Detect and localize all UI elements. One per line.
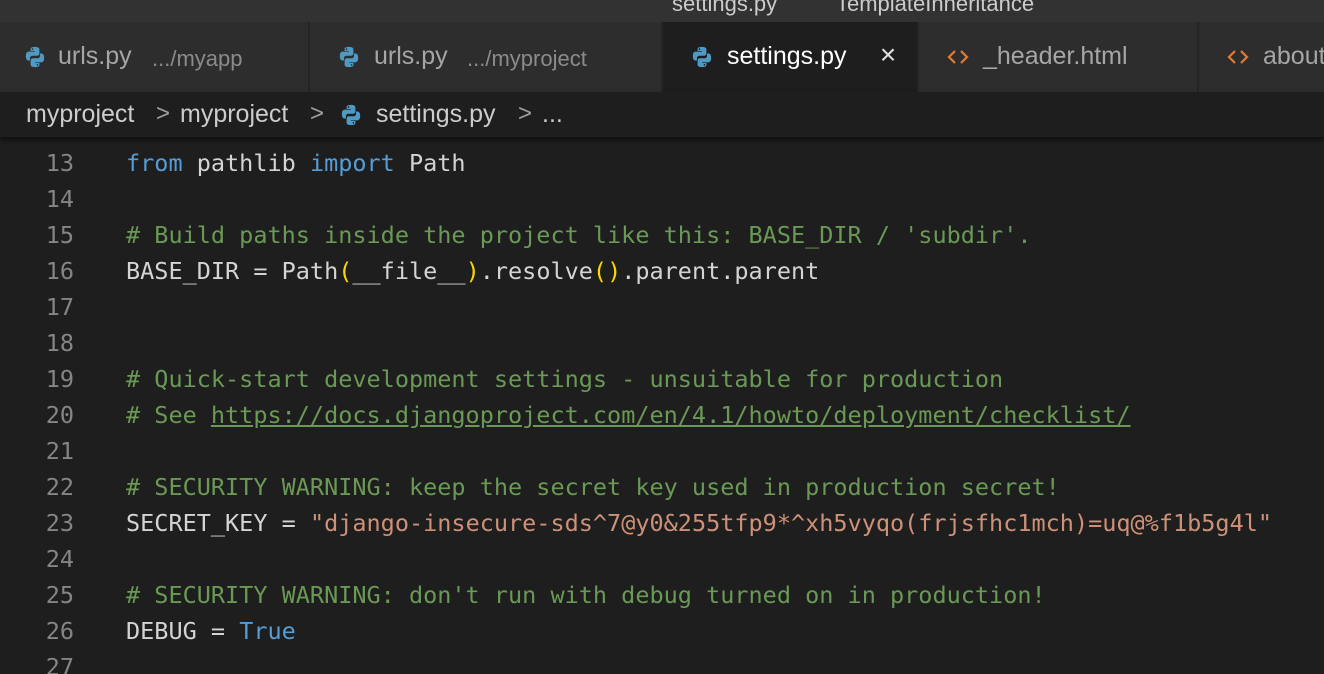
python-icon [24, 46, 46, 68]
code-line[interactable]: 21 [0, 437, 1324, 473]
code-token: SECRET_KEY = [126, 509, 310, 537]
line-number: 13 [45, 149, 74, 177]
tab-settings-py[interactable]: settings.py × [663, 22, 918, 92]
code-line[interactable]: 25 # SECURITY WARNING: don't run with deb… [0, 581, 1324, 617]
tab-label: _header.html [983, 42, 1128, 70]
code-token: .resolve [479, 257, 593, 285]
code-token: # SECURITY WARNING: don't run with debug… [126, 581, 1046, 609]
line-number: 16 [45, 257, 74, 285]
code-token: Path [394, 149, 466, 177]
line-number: 24 [45, 545, 74, 573]
code-link[interactable]: https://docs.djangoproject.com/en/4.1/ho… [211, 401, 1131, 429]
editor-tab-bar: urls.py .../myapp urls.py .../myproject … [0, 22, 1324, 92]
code-line[interactable]: 19 # Quick-start development settings - u… [0, 365, 1324, 401]
tab-label: urls.py [374, 42, 448, 70]
code-line[interactable]: 18 [0, 329, 1324, 365]
line-number: 18 [45, 329, 74, 357]
code-token: __file__ [352, 257, 466, 285]
code-text[interactable]: # See https://docs.djangoproject.com/en/… [126, 401, 1131, 429]
line-number: 14 [45, 185, 74, 213]
code-token: import [309, 149, 395, 177]
tab-urls-myapp[interactable]: urls.py .../myapp [0, 22, 309, 92]
code-line[interactable]: 16 BASE_DIR = Path(__file__).resolve().pa… [0, 257, 1324, 293]
code-text[interactable]: from pathlib import Path [126, 149, 466, 177]
breadcrumb: myproject > myproject > settings.py > ..… [0, 92, 1324, 137]
code-text[interactable]: # SECURITY WARNING: don't run with debug… [126, 581, 1046, 609]
line-number: 21 [45, 437, 74, 465]
chevron-right-icon: > [518, 100, 533, 127]
code-line[interactable]: 12 [0, 137, 1324, 149]
code-token: "django-insecure-sds^7@y0&255tfp9*^xh5vy… [309, 509, 1273, 537]
code-token: from [126, 149, 183, 177]
code-line[interactable]: 20 # See https://docs.djangoproject.com/e… [0, 401, 1324, 437]
line-number: 23 [45, 509, 74, 537]
code-token: () [592, 257, 622, 285]
code-line[interactable]: 27 [0, 653, 1324, 674]
code-token: ( [338, 257, 353, 285]
chevron-right-icon: > [310, 100, 325, 127]
line-number: 15 [45, 221, 74, 249]
breadcrumb-item[interactable]: settings.py [376, 100, 496, 129]
window-title-project: TemplateInheritance [836, 0, 1035, 16]
tab-label: settings.py [727, 42, 847, 70]
chevron-right-icon: > [156, 100, 171, 127]
html-icon [947, 46, 969, 68]
line-number: 20 [45, 401, 74, 429]
python-icon [340, 104, 362, 126]
line-number: 22 [45, 473, 74, 501]
line-number: 27 [45, 653, 74, 674]
code-token: BASE_DIR = Path [126, 257, 339, 285]
breadcrumb-item[interactable]: myproject [26, 100, 134, 129]
tab-label: urls.py [58, 42, 132, 70]
code-editor[interactable]: 12 13 from pathlib import Path 14 15 # Build … [0, 137, 1324, 674]
code-line[interactable]: 14 [0, 185, 1324, 221]
code-token: # Build paths inside the project like th… [126, 221, 1032, 249]
code-line[interactable]: 24 [0, 545, 1324, 581]
window-title-bar: settings.py TemplateInheritance [0, 0, 1324, 22]
code-token: pathlib [182, 149, 310, 177]
tab-description: .../myproject [467, 46, 587, 71]
code-line[interactable]: 17 [0, 293, 1324, 329]
close-icon[interactable]: × [876, 41, 900, 69]
code-token: .parent.parent [621, 257, 820, 285]
code-token: # See [126, 401, 211, 429]
html-icon [1227, 46, 1249, 68]
line-number: 19 [45, 365, 74, 393]
tab-header-html[interactable]: _header.html [919, 22, 1198, 92]
code-line[interactable]: 23 SECRET_KEY = "django-insecure-sds^7@y0… [0, 509, 1324, 545]
code-token: True [239, 617, 296, 645]
code-token: DEBUG = [126, 617, 240, 645]
line-number: 25 [45, 581, 74, 609]
code-text[interactable]: # Build paths inside the project like th… [126, 221, 1031, 249]
python-icon [338, 46, 360, 68]
breadcrumb-item[interactable]: ... [542, 100, 563, 129]
code-line[interactable]: 22 # SECURITY WARNING: keep the secret ke… [0, 473, 1324, 509]
line-number: 17 [45, 293, 74, 321]
tab-label: about.html [1263, 42, 1324, 70]
code-line[interactable]: 15 # Build paths inside the project like … [0, 221, 1324, 257]
code-text[interactable]: # SECURITY WARNING: keep the secret key … [126, 473, 1060, 501]
tab-about-html[interactable]: about.html [1199, 22, 1324, 92]
code-text[interactable]: # Quick-start development settings - uns… [126, 365, 1003, 393]
tab-description: .../myapp [152, 46, 243, 71]
window-title-file: settings.py [672, 0, 778, 16]
code-line[interactable]: 26 DEBUG = True [0, 617, 1324, 653]
line-number: 12 [0, 137, 74, 141]
tab-urls-myproject[interactable]: urls.py .../myproject [310, 22, 662, 92]
code-token: # SECURITY WARNING: keep the secret key … [126, 473, 1060, 501]
python-icon [691, 46, 713, 68]
code-line[interactable]: 13 from pathlib import Path [0, 149, 1324, 185]
code-token: ) [465, 257, 480, 285]
code-text[interactable]: SECRET_KEY = "django-insecure-sds^7@y0&2… [126, 509, 1272, 537]
line-number: 26 [45, 617, 74, 645]
code-text[interactable]: BASE_DIR = Path(__file__).resolve().pare… [126, 257, 819, 285]
breadcrumb-item[interactable]: myproject [180, 100, 288, 129]
code-token: # Quick-start development settings - uns… [126, 365, 1004, 393]
code-text[interactable]: DEBUG = True [126, 617, 296, 645]
